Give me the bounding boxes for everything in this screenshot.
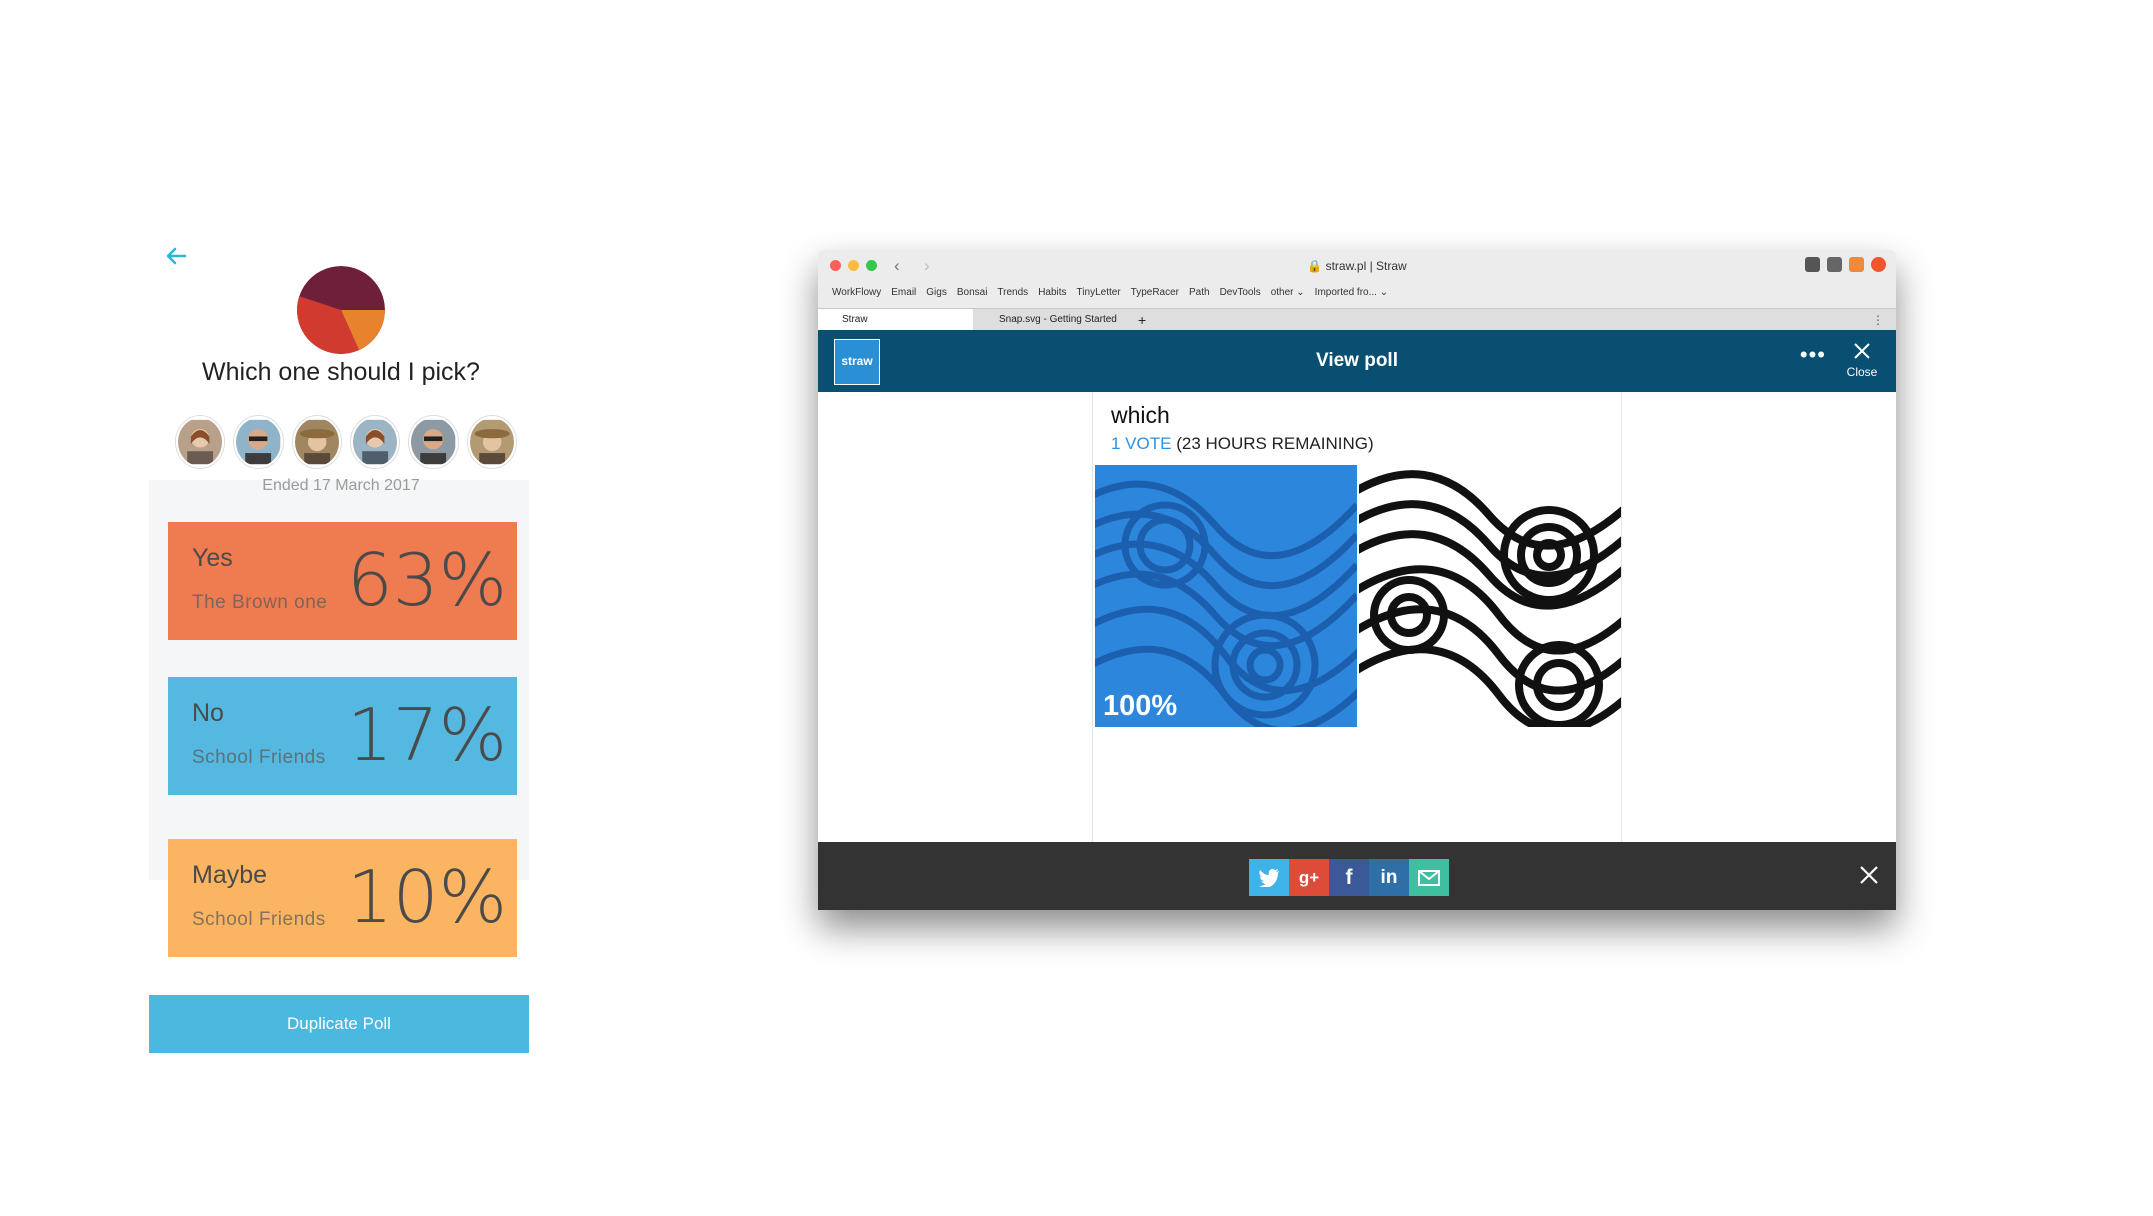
page-title: View poll — [1315, 350, 1398, 371]
avatar[interactable] — [467, 416, 516, 468]
time-remaining: (23 HOURS REMAINING) — [1176, 434, 1374, 453]
pocket-icon[interactable] — [1805, 257, 1820, 272]
avatar[interactable] — [350, 416, 400, 468]
bookmark[interactable]: Habits — [1038, 287, 1066, 298]
metamask-icon[interactable] — [1849, 257, 1864, 272]
tab-straw[interactable]: Straw — [818, 309, 973, 331]
poll-option-yes[interactable]: Yes The Brown one 63% — [168, 522, 517, 640]
share-bar: g+ f in — [818, 842, 1896, 910]
twitter-icon — [1259, 868, 1279, 887]
poll-results-card: Which one should I pick? Ended 17 March … — [149, 230, 529, 1053]
close-button[interactable]: Close — [1842, 342, 1882, 379]
poll-ended-date: Ended 17 March 2017 — [262, 477, 420, 494]
bookmark-folder[interactable]: Imported fro... ⌄ — [1315, 287, 1388, 298]
poll-content: which 1 VOTE (23 HOURS REMAINING) 100% 0… — [1092, 392, 1622, 842]
option-percent: 10% — [346, 855, 507, 939]
email-icon — [1418, 869, 1440, 886]
poll-meta: 1 VOTE (23 HOURS REMAINING) — [1111, 434, 1374, 454]
close-label: Close — [1846, 365, 1878, 379]
option-percent: 63% — [346, 538, 507, 622]
tab-snap-svg[interactable]: Snap.svg - Getting Started — [975, 309, 1130, 331]
extension-icon[interactable] — [1827, 257, 1842, 272]
bookmark[interactable]: Path — [1189, 287, 1210, 298]
option-subtitle: School Friends — [192, 747, 326, 768]
poll-title: which — [1111, 402, 1170, 428]
app-header: straw View poll ••• Close — [818, 330, 1896, 392]
tab-bar: Straw Snap.svg - Getting Started + ⋮ — [818, 308, 1896, 331]
bookmark[interactable]: TypeRacer — [1131, 287, 1179, 298]
lock-icon: 🔒 — [1307, 259, 1323, 273]
url-text: straw.pl | Straw — [1325, 259, 1407, 273]
bookmark-folder[interactable]: other ⌄ — [1271, 287, 1305, 298]
more-options-icon[interactable]: ••• — [1800, 342, 1826, 368]
voter-avatars — [176, 416, 516, 468]
option-subtitle: School Friends — [192, 909, 326, 930]
bookmark[interactable]: Bonsai — [957, 287, 988, 298]
google-plus-icon: g+ — [1298, 867, 1320, 887]
linkedin-share-button[interactable]: in — [1369, 859, 1409, 896]
option-percent: 100% — [1103, 690, 1178, 722]
twitter-share-button[interactable] — [1249, 859, 1289, 896]
blue-pattern-image — [1095, 465, 1357, 727]
avatar[interactable] — [292, 416, 341, 468]
avatar[interactable] — [234, 416, 283, 468]
option-title: No — [192, 699, 224, 727]
option-subtitle: The Brown one — [192, 592, 328, 613]
vote-count[interactable]: 1 VOTE — [1111, 434, 1171, 453]
linkedin-icon: in — [1380, 866, 1398, 888]
facebook-share-button[interactable]: f — [1329, 859, 1369, 896]
browser-toolbar: ‹ › 🔒 straw.pl | Straw WorkFlowy Email G… — [818, 250, 1896, 308]
extension-icons — [1805, 257, 1886, 272]
browser-window: ‹ › 🔒 straw.pl | Straw WorkFlowy Email G… — [818, 250, 1896, 910]
poll-option-no[interactable]: No School Friends 17% — [168, 677, 517, 795]
bookmark[interactable]: Trends — [997, 287, 1028, 298]
bookmark[interactable]: TinyLetter — [1077, 287, 1121, 298]
bookmark[interactable]: WorkFlowy — [832, 287, 881, 298]
back-arrow-icon[interactable] — [163, 242, 191, 270]
poll-option-image-black[interactable]: 0% — [1359, 465, 1621, 727]
tab-label: Straw — [842, 314, 868, 325]
google-plus-share-button[interactable]: g+ — [1289, 859, 1329, 896]
duplicate-poll-button[interactable]: Duplicate Poll — [149, 995, 529, 1053]
new-tab-button[interactable]: + — [1130, 309, 1160, 331]
black-white-pattern-image — [1359, 465, 1621, 727]
brave-icon[interactable] — [1871, 257, 1886, 272]
share-buttons: g+ f in — [1249, 859, 1449, 896]
address-bar[interactable]: 🔒 straw.pl | Straw — [818, 259, 1896, 273]
avatar[interactable] — [176, 416, 225, 468]
bookmark[interactable]: Email — [891, 287, 916, 298]
close-share-icon[interactable] — [1858, 864, 1880, 886]
option-percent: 17% — [346, 693, 507, 777]
option-title: Maybe — [192, 861, 268, 889]
poll-pie-chart — [297, 266, 385, 354]
bookmark[interactable]: DevTools — [1220, 287, 1261, 298]
close-icon — [1854, 343, 1870, 359]
bookmarks-bar: WorkFlowy Email Gigs Bonsai Trends Habit… — [832, 287, 1388, 298]
facebook-icon: f — [1345, 865, 1353, 889]
avatar[interactable] — [409, 416, 458, 468]
poll-option-maybe[interactable]: Maybe School Friends 10% — [168, 839, 517, 957]
option-percent: 0% — [1367, 690, 1409, 722]
option-title: Yes — [192, 544, 233, 572]
poll-question: Which one should I pick? — [202, 358, 480, 386]
tab-label: Snap.svg - Getting Started — [999, 314, 1117, 325]
poll-option-image-blue[interactable]: 100% — [1095, 465, 1357, 727]
tab-menu-icon[interactable]: ⋮ — [1872, 313, 1884, 327]
email-share-button[interactable] — [1409, 859, 1449, 896]
bookmark[interactable]: Gigs — [926, 287, 947, 298]
